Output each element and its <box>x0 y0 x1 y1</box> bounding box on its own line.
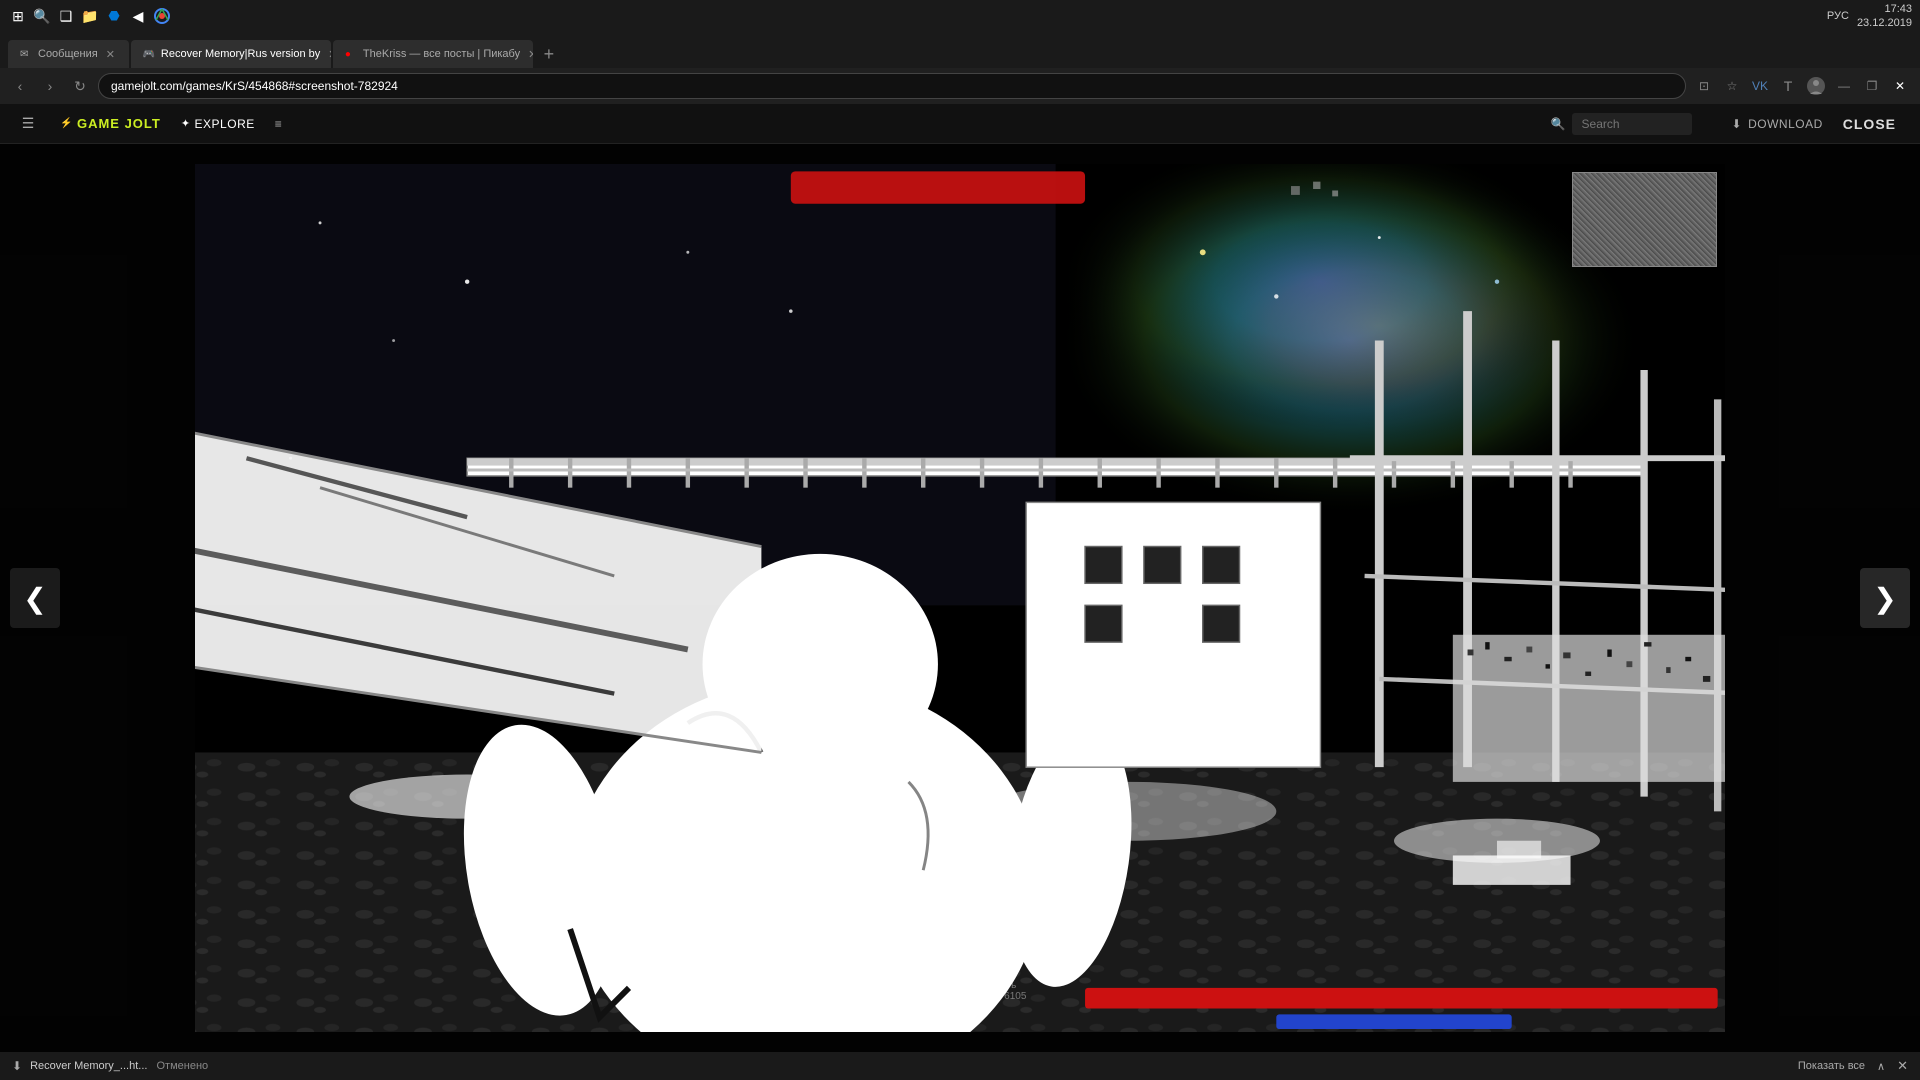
translate-extension-icon[interactable]: T <box>1776 74 1800 98</box>
tab-label-pikabu: TheKriss — все посты | Пикабу <box>363 48 520 60</box>
taskbar-clock: 17:43 23.12.2019 <box>1857 2 1912 31</box>
gj-menu-button[interactable]: ☰ <box>16 112 40 136</box>
tab-gamejolt[interactable]: 🎮 Recover Memory|Rus version by ✕ <box>131 40 331 68</box>
next-screenshot-button[interactable]: ❯ <box>1860 568 1910 628</box>
next-arrow-icon: ❯ <box>1873 582 1896 615</box>
nav-explore-label: EXPLORE <box>195 117 255 131</box>
main-content: ❮ <box>0 144 1920 1052</box>
address-input[interactable] <box>98 73 1686 99</box>
notification-icon: ⬇ <box>12 1059 22 1073</box>
screenshot-info: Нажмите чтобы закрыть Кадры: 4090 4943 1… <box>894 980 1027 1002</box>
back-button[interactable]: ‹ <box>8 74 32 98</box>
bookmark-button[interactable]: ☆ <box>1720 74 1744 98</box>
notification-text: Recover Memory_...ht... Отменено <box>30 1060 208 1072</box>
nav-more[interactable]: ≡ <box>275 117 283 131</box>
notification-close-button[interactable]: ✕ <box>1897 1058 1908 1074</box>
new-tab-button[interactable]: + <box>535 40 563 68</box>
edge-icon[interactable]: ⬣ <box>104 6 124 26</box>
forward-button[interactable]: › <box>38 74 62 98</box>
notification-subtitle: Отменено <box>157 1060 209 1072</box>
gamejolt-nav: ☰ ⚡ GAME JOLT ✦ EXPLORE ≡ 🔍 ⬇ DOWNLOAD C… <box>0 104 1920 144</box>
file-explorer-icon[interactable]: 📁 <box>80 6 100 26</box>
notification-item: ⬇ Recover Memory_...ht... Отменено <box>12 1059 208 1073</box>
tab-pikabu[interactable]: ● TheKriss — все посты | Пикабу ✕ <box>333 40 533 68</box>
address-bar-row: ‹ › ↻ ⊡ ☆ VK T — ❐ ✕ <box>0 68 1920 104</box>
screenshot-info-line2: Кадры: 4090 4943 1782 6105 <box>894 991 1027 1002</box>
tab-favicon-pikabu: ● <box>345 49 357 60</box>
prev-screenshot-button[interactable]: ❮ <box>10 568 60 628</box>
taskbar-left: ⊞ 🔍 ❑ 📁 ⬣ ◀ <box>8 6 172 26</box>
tab-close-gamejolt[interactable]: ✕ <box>326 48 331 61</box>
vk-extension-icon[interactable]: VK <box>1748 74 1772 98</box>
taskbar-right: РУС 17:43 23.12.2019 <box>1827 2 1912 31</box>
screenshot-overlay: ❮ <box>0 144 1920 1052</box>
gamejolt-logo[interactable]: ⚡ GAME JOLT <box>60 116 161 131</box>
browser-actions: ⊡ ☆ VK T — ❐ ✕ <box>1692 74 1912 98</box>
tab-bar: ✉ Сообщения ✕ 🎮 Recover Memory|Rus versi… <box>0 32 1920 68</box>
refresh-button[interactable]: ↻ <box>68 74 92 98</box>
gj-nav-right: ⬇ DOWNLOAD CLOSE <box>1732 112 1904 136</box>
gj-search: 🔍 <box>1551 113 1692 135</box>
notification-bar: ⬇ Recover Memory_...ht... Отменено Показ… <box>0 1052 1920 1080</box>
window-close-button[interactable]: ✕ <box>1888 74 1912 98</box>
download-icon: ⬇ <box>1732 117 1743 131</box>
windows-taskbar: ⊞ 🔍 ❑ 📁 ⬣ ◀ РУС 17:43 23.12.2019 <box>0 0 1920 32</box>
tab-close-pikabu[interactable]: ✕ <box>526 48 533 61</box>
cast-button[interactable]: ⊡ <box>1692 74 1716 98</box>
taskbar-language: РУС <box>1827 10 1849 22</box>
screenshot-container: Нажмите чтобы закрыть Кадры: 4090 4943 1… <box>195 164 1725 1032</box>
nav-more-label: ≡ <box>275 117 283 131</box>
tab-label-messages: Сообщения <box>38 48 98 60</box>
notification-chevron[interactable]: ∧ <box>1877 1060 1885 1073</box>
search-button[interactable]: 🔍 <box>32 6 52 26</box>
notification-right: Показать все ∧ ✕ <box>1798 1058 1908 1074</box>
start-button[interactable]: ⊞ <box>8 6 28 26</box>
download-label: DOWNLOAD <box>1748 117 1823 131</box>
window-minimize-button[interactable]: — <box>1832 74 1856 98</box>
prev-arrow-icon: ❮ <box>23 582 46 615</box>
tab-favicon-gamejolt: 🎮 <box>143 49 155 60</box>
screenshot-thumbnail <box>1572 172 1717 267</box>
nav-explore[interactable]: ✦ EXPLORE <box>181 117 255 131</box>
tab-favicon-messages: ✉ <box>20 49 32 60</box>
task-view-button[interactable]: ❑ <box>56 6 76 26</box>
screenshot-info-line1: Нажмите чтобы закрыть <box>894 980 1027 991</box>
tab-messages[interactable]: ✉ Сообщения ✕ <box>8 40 129 68</box>
game-screenshot <box>195 164 1725 1032</box>
thumbnail-image <box>1573 173 1716 266</box>
show-all-button[interactable]: Показать все <box>1798 1060 1865 1072</box>
window-restore-button[interactable]: ❐ <box>1860 74 1884 98</box>
chrome-icon[interactable] <box>152 6 172 26</box>
download-button[interactable]: ⬇ DOWNLOAD <box>1732 117 1823 131</box>
user-profile-icon[interactable] <box>1804 74 1828 98</box>
gj-search-input[interactable] <box>1572 113 1692 135</box>
close-button[interactable]: CLOSE <box>1835 112 1904 136</box>
tab-label-gamejolt: Recover Memory|Rus version by <box>161 48 320 60</box>
media-player-icon[interactable]: ◀ <box>128 6 148 26</box>
tab-close-messages[interactable]: ✕ <box>104 48 117 61</box>
gamejolt-logo-text: GAME JOLT <box>77 116 161 131</box>
notification-title: Recover Memory_...ht... <box>30 1060 147 1072</box>
